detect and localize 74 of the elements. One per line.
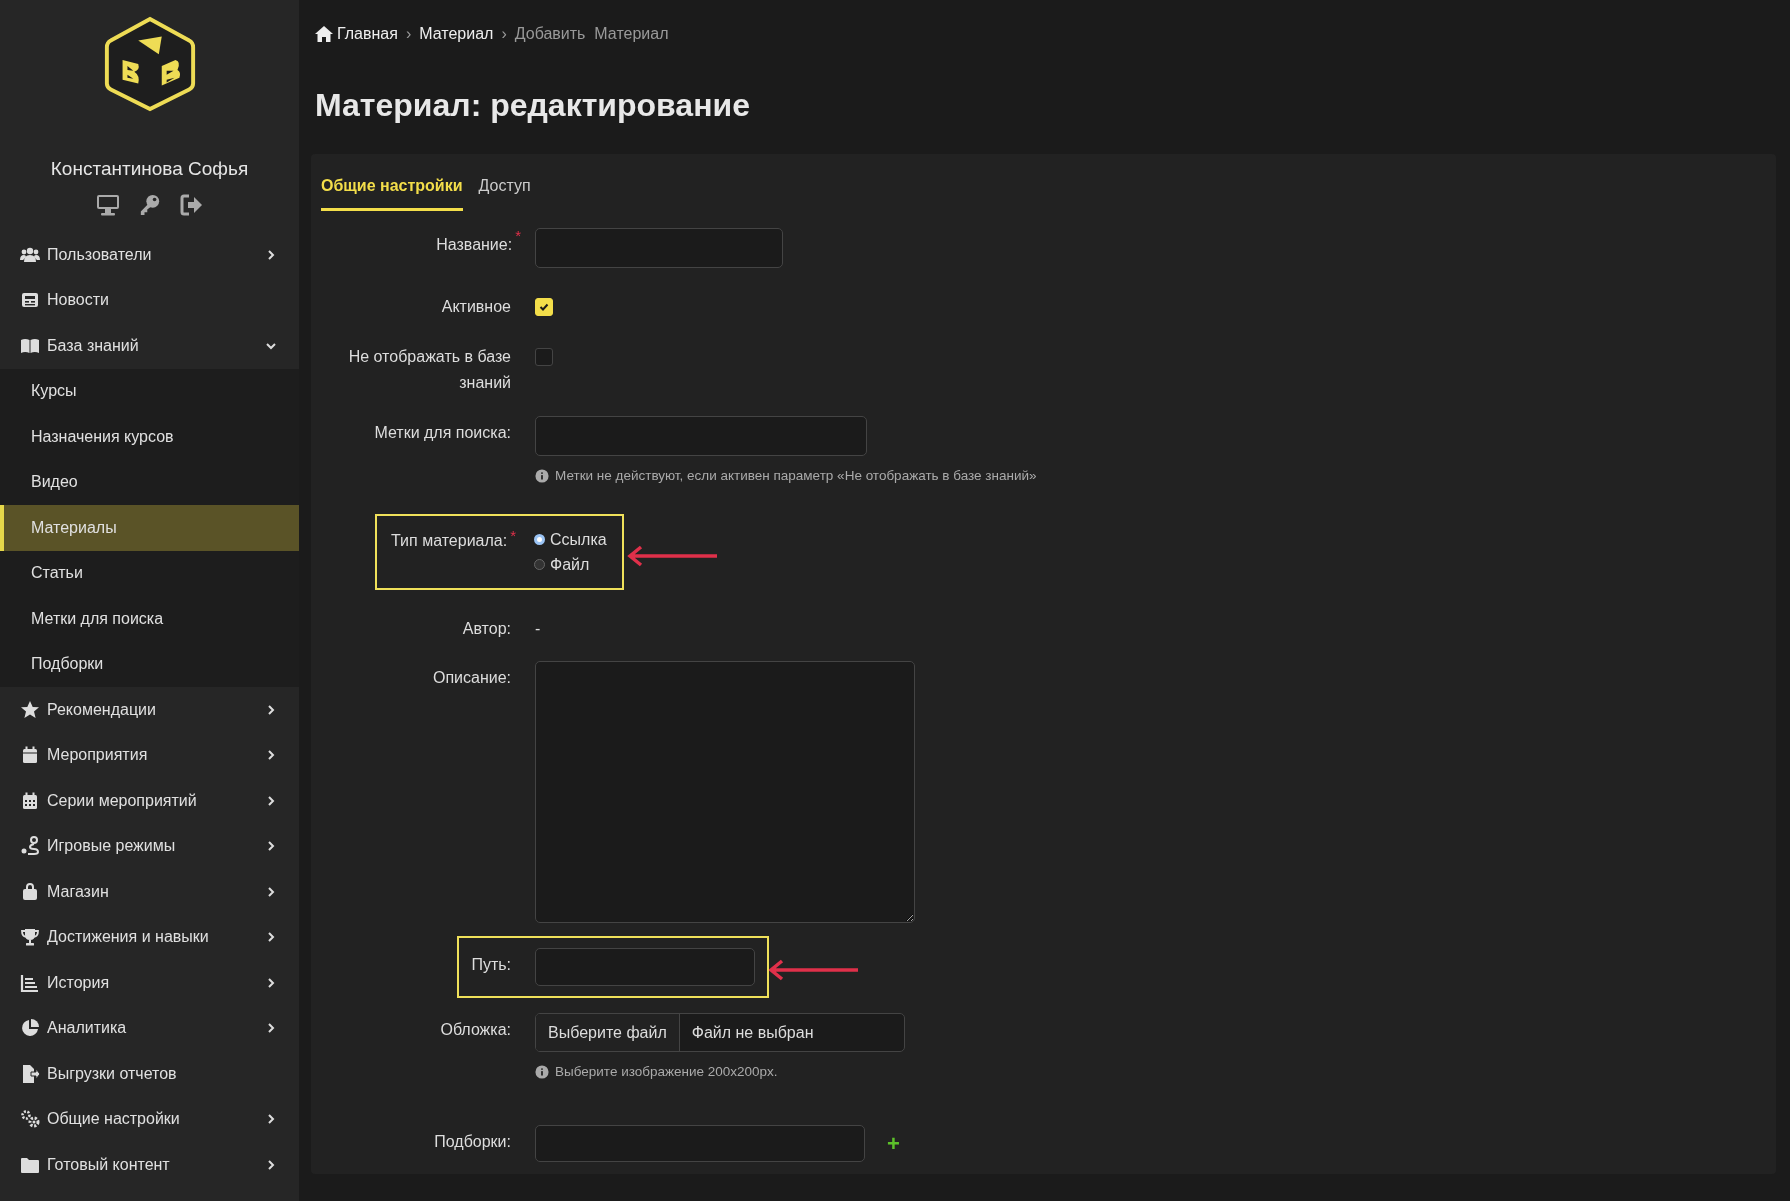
field-label: Название: (436, 235, 513, 255)
calendar-grid-icon (20, 790, 40, 811)
field-label: Обложка: (440, 1020, 511, 1040)
breadcrumb-separator: › (501, 25, 507, 43)
field-label: Описание: (432, 668, 511, 688)
field-label: Тип материала: (391, 531, 508, 551)
home-icon[interactable] (314, 25, 334, 43)
tab[interactable]: Доступ (478, 177, 531, 211)
menu-item[interactable]: Готовый контент (0, 1142, 299, 1188)
menu-item[interactable]: Пользователи (0, 232, 299, 278)
file-input[interactable]: Выберите файл Файл не выбран (535, 1013, 905, 1052)
submenu-item[interactable]: Видео (0, 459, 299, 505)
breadcrumb-link[interactable]: Материал (419, 25, 494, 43)
info-icon (535, 468, 549, 483)
info-icon (535, 1064, 549, 1079)
choose-file-button[interactable]: Выберите файл (536, 1014, 680, 1051)
pie-icon (20, 1018, 40, 1039)
file-export-icon (20, 1063, 40, 1084)
breadcrumb-separator: › (405, 25, 412, 43)
author-value: - (535, 619, 541, 639)
trophy-icon (20, 927, 40, 948)
checkmark-icon (538, 301, 550, 313)
star-icon (20, 699, 40, 720)
menu-item[interactable]: Игровые режимы (0, 823, 299, 869)
collections-select[interactable] (535, 1125, 865, 1162)
radio-option[interactable]: Файл (534, 553, 610, 576)
submenu-item[interactable]: Материалы (0, 505, 299, 551)
text-input[interactable] (535, 416, 867, 456)
text-input[interactable] (535, 228, 783, 268)
breadcrumb-current: Добавить Материал (514, 25, 669, 43)
path-input[interactable] (535, 948, 755, 986)
user-name: Константинова Софья (50, 158, 249, 180)
field-label: Метки для поиска: (374, 423, 511, 443)
radio-button[interactable] (534, 534, 545, 545)
menu-item[interactable]: Серии мероприятий (0, 778, 299, 824)
field-label: Не отображать в базе знаний (347, 347, 511, 393)
bag-icon (20, 881, 40, 902)
menu-item[interactable]: Аналитика (0, 1005, 299, 1051)
menu-item[interactable]: Выгрузки отчетов (0, 1051, 299, 1097)
field-label: Активное (441, 297, 511, 317)
submenu-item[interactable]: Курсы (0, 368, 299, 414)
submenu-item[interactable]: Метки для поиска (0, 596, 299, 642)
submenu-item[interactable]: Статьи (0, 550, 299, 596)
menu-item[interactable]: Мероприятия (0, 732, 299, 778)
page-title: Материал: редактирование (315, 87, 751, 124)
menu-item[interactable]: Новости (0, 277, 299, 323)
hint-text: Выберите изображение 200x200px. (555, 1064, 778, 1079)
menu-item[interactable]: История (0, 960, 299, 1006)
menu-item[interactable]: Рекомендации (0, 687, 299, 733)
required-mark: * (515, 228, 521, 246)
field-label: Путь: (471, 955, 511, 975)
gears-icon (20, 1109, 40, 1130)
field-label: Автор: (462, 619, 511, 639)
add-button[interactable]: + (887, 1130, 900, 1157)
menu-item[interactable]: Достижения и навыки (0, 914, 299, 960)
required-mark: * (510, 528, 516, 544)
checkbox[interactable] (535, 348, 553, 366)
breadcrumb-link[interactable]: Главная (337, 25, 398, 43)
tab[interactable]: Общие настройки (321, 177, 463, 211)
menu-item[interactable]: Общие настройки (0, 1096, 299, 1142)
route-icon (20, 836, 40, 857)
submenu-item[interactable]: Назначения курсов (0, 414, 299, 460)
chart-icon (20, 972, 40, 993)
menu-item[interactable]: Магазин (0, 869, 299, 915)
radio-button[interactable] (534, 559, 545, 570)
calendar-icon (20, 745, 40, 766)
radio-option[interactable]: Ссылка (534, 528, 610, 551)
logout-icon[interactable] (179, 194, 204, 216)
field-label: Подборки: (434, 1132, 511, 1152)
monitor-icon[interactable] (95, 194, 120, 216)
hint-text: Метки не действуют, если активен параметр «Не отображать в базе знаний» (555, 468, 1037, 483)
submenu-item[interactable]: Подборки (0, 641, 299, 687)
file-status-text: Файл не выбран (690, 1022, 814, 1043)
menu-item[interactable]: База знаний (0, 323, 299, 369)
